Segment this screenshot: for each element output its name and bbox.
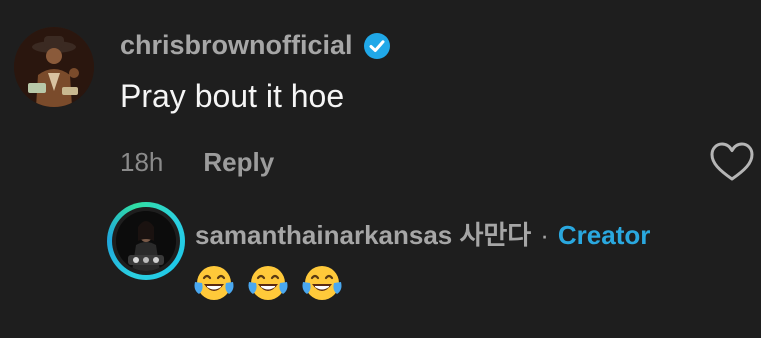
comment-timestamp: 18h [120, 147, 164, 177]
separator-dot: · [540, 220, 549, 250]
reply-header: samanthainarkansas 사만다 · Creator [195, 215, 650, 252]
replier-avatar[interactable] [107, 202, 185, 280]
creator-badge: Creator [557, 220, 651, 250]
verified-badge-icon [363, 32, 390, 59]
commenter-username[interactable]: chrisbrownofficial [120, 30, 353, 61]
commenter-avatar[interactable] [14, 27, 94, 107]
reply-button[interactable]: Reply [203, 147, 274, 178]
replier-avatar-image [116, 211, 176, 271]
replier-username[interactable]: samanthainarkansas 사만다 [195, 215, 531, 252]
face-with-tears-of-joy-icon [194, 266, 234, 300]
comment-text: Pray bout it hoe [120, 78, 345, 114]
commenter-avatar-image [14, 27, 94, 107]
heart-outline-icon[interactable] [709, 141, 755, 183]
face-with-tears-of-joy-icon [248, 266, 288, 300]
reply-emoji-row [193, 262, 343, 304]
replier-avatar-ring-gap [112, 207, 180, 275]
face-with-tears-of-joy-icon [302, 266, 342, 300]
commenter-username-row: chrisbrownofficial [120, 30, 391, 61]
comment-meta-row: 18h Reply [120, 147, 274, 178]
